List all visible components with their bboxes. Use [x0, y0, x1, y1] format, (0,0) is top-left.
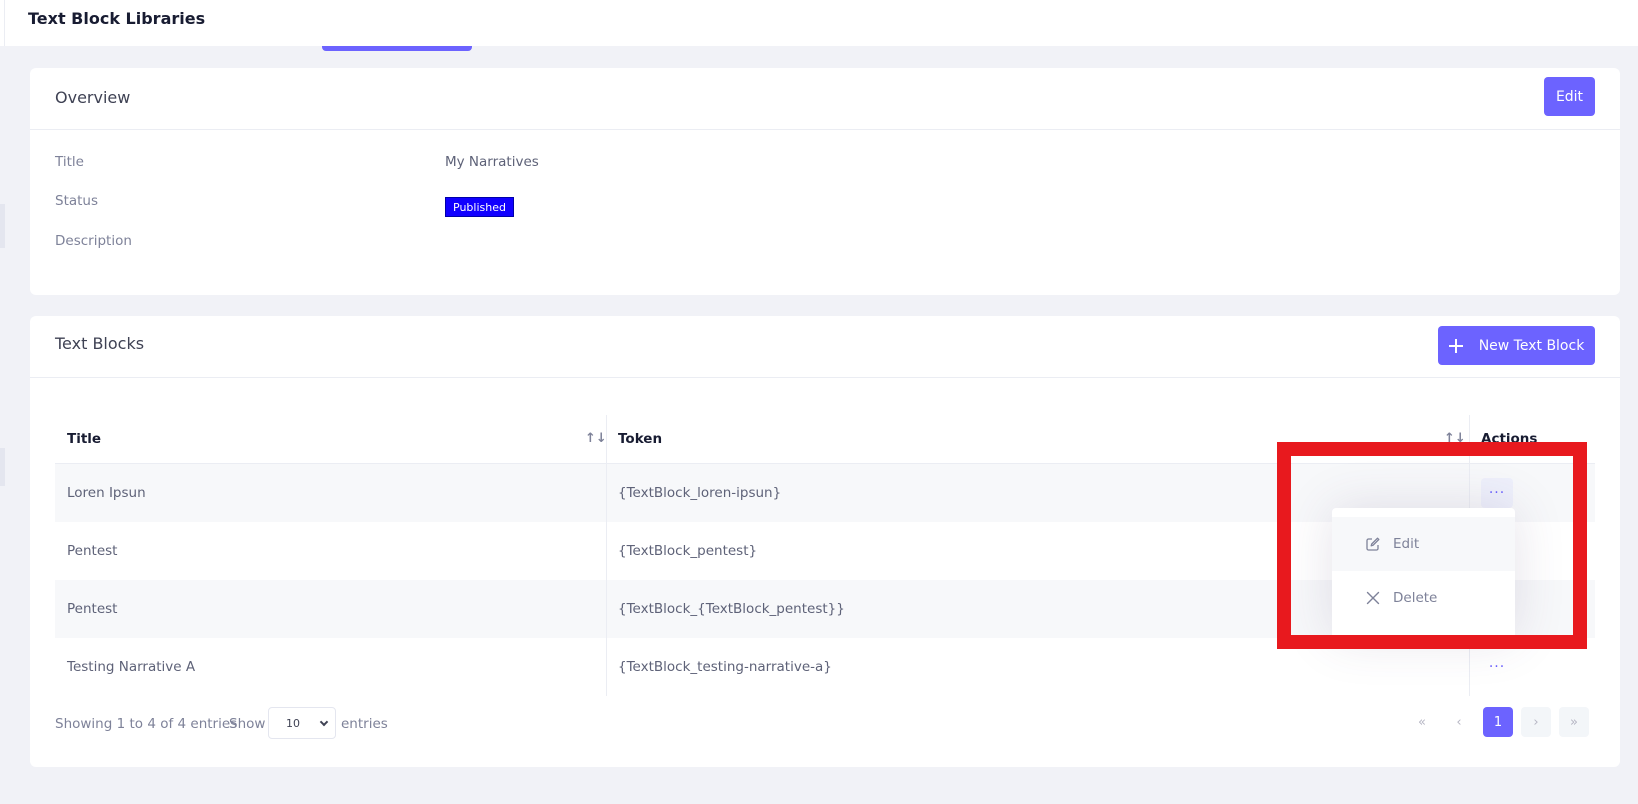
- last-page-button[interactable]: »: [1559, 707, 1589, 737]
- overview-title: Overview: [55, 88, 131, 107]
- new-text-block-button[interactable]: New Text Block: [1438, 326, 1595, 365]
- overview-card-header: Overview Edit: [30, 68, 1620, 130]
- sort-icon[interactable]: ↑↓: [585, 431, 607, 446]
- column-header-title[interactable]: Title ↑↓: [55, 415, 607, 463]
- first-page-button[interactable]: «: [1407, 707, 1437, 737]
- title-label: Title: [55, 154, 84, 170]
- overview-edit-button[interactable]: Edit: [1544, 77, 1595, 116]
- column-divider: [606, 415, 607, 696]
- new-text-block-label: New Text Block: [1478, 337, 1585, 354]
- text-blocks-card-header: Text Blocks New Text Block: [30, 316, 1620, 378]
- title-value: My Narratives: [445, 154, 539, 170]
- column-header-title-label: Title: [67, 431, 102, 447]
- entries-info: Showing 1 to 4 of 4 entries: [55, 716, 238, 732]
- plus-icon: [1448, 338, 1463, 353]
- page-size-select[interactable]: 10: [268, 707, 336, 739]
- next-page-button[interactable]: ›: [1521, 707, 1551, 737]
- row-title: Testing Narrative A: [67, 659, 196, 675]
- show-label: Show: [229, 716, 266, 732]
- page-title: Text Block Libraries: [28, 9, 206, 28]
- overview-card: Overview Edit Title My Narratives Status…: [30, 68, 1620, 295]
- active-tab-indicator: [322, 46, 472, 51]
- status-badge: Published: [445, 197, 514, 217]
- row-token: {TextBlock_pentest}: [618, 543, 758, 559]
- text-blocks-title: Text Blocks: [55, 334, 145, 353]
- status-label: Status: [55, 193, 99, 209]
- page-button[interactable]: 1: [1483, 707, 1513, 737]
- row-title: Pentest: [67, 543, 118, 559]
- description-label: Description: [55, 233, 132, 249]
- chevron-down-icon: [319, 717, 329, 727]
- row-actions-button[interactable]: ···: [1481, 652, 1513, 682]
- page-size-value: 10: [286, 716, 300, 730]
- row-token: {TextBlock_{TextBlock_pentest}}: [618, 601, 845, 617]
- sidebar-edge: [0, 448, 5, 486]
- row-token: {TextBlock_loren-ipsun}: [618, 485, 782, 501]
- divider: [4, 0, 5, 46]
- row-title: Loren Ipsun: [67, 485, 146, 501]
- highlight-box: [1277, 442, 1587, 649]
- entries-label: entries: [341, 716, 388, 732]
- sidebar-edge: [0, 204, 5, 248]
- row-token: {TextBlock_testing-narrative-a}: [618, 659, 832, 675]
- prev-page-button[interactable]: ‹: [1444, 707, 1474, 737]
- top-bar: Text Block Libraries: [0, 0, 1638, 46]
- column-header-token-label: Token: [618, 431, 663, 447]
- row-title: Pentest: [67, 601, 118, 617]
